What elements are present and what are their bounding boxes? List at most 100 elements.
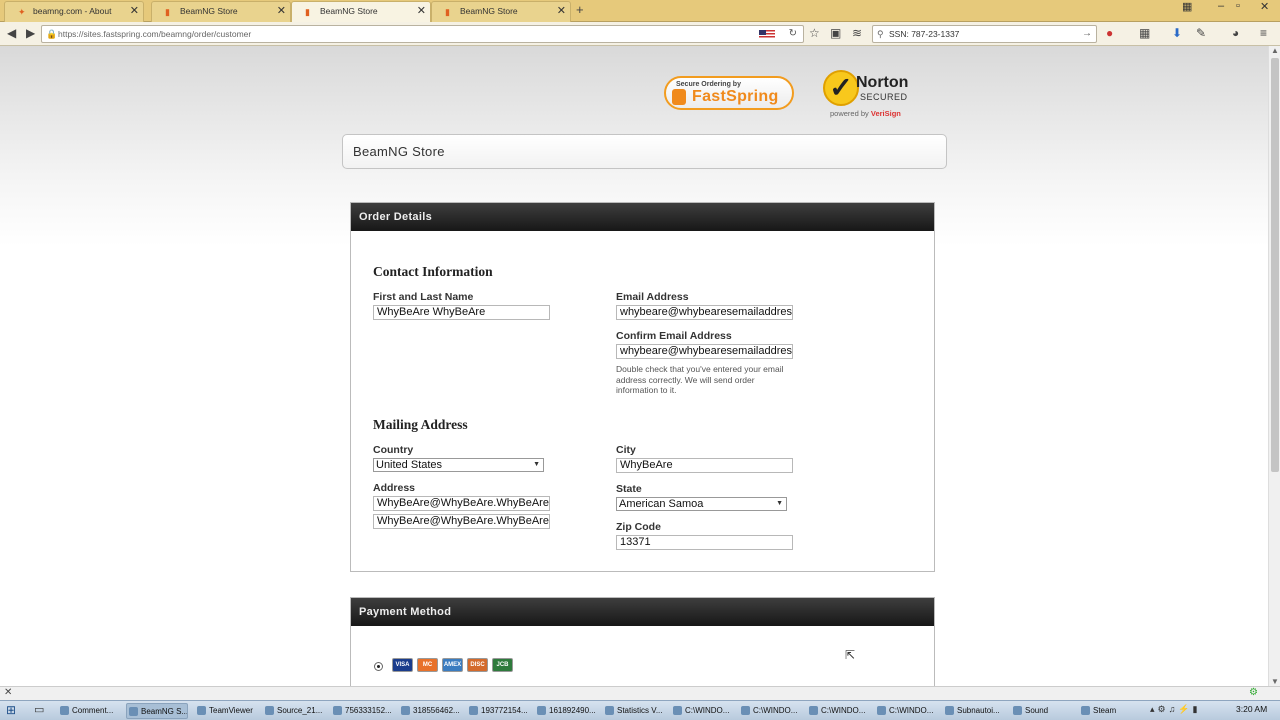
- order-details-panel: Order Details Contact Information First …: [350, 202, 935, 572]
- taskbar-item[interactable]: Source_21...: [263, 703, 327, 719]
- new-tab-icon[interactable]: +: [576, 2, 584, 17]
- download-icon[interactable]: ⬇: [1172, 25, 1182, 42]
- card-payment-radio[interactable]: [374, 662, 383, 671]
- mouse-pointer-icon: ⇱: [845, 648, 856, 662]
- norton-name: Norton: [856, 74, 909, 91]
- navigation-bar: ◀ ▶ 🔒 https://sites.fastspring.com/beamng…: [0, 22, 1280, 46]
- confirm-email-field[interactable]: whybeare@whybearesemailaddress: [616, 344, 793, 359]
- tab-label: beamng.com - About: [33, 6, 112, 16]
- store-title: BeamNG Store: [342, 134, 947, 169]
- norton-secured-text: SECURED: [860, 92, 908, 102]
- tab-label: BeamNG Store: [320, 6, 378, 16]
- vertical-scrollbar[interactable]: ▲ ▼: [1268, 46, 1280, 686]
- discover-card-icon: DISC: [467, 658, 488, 672]
- start-icon[interactable]: ⊞: [6, 703, 16, 717]
- taskbar-item[interactable]: 193772154...: [467, 703, 531, 719]
- tab-beamng-about[interactable]: ✦ beamng.com - About ✕: [4, 1, 144, 22]
- taskbar-item[interactable]: C:\WINDO...: [739, 703, 803, 719]
- system-tray-icons[interactable]: ▴⚙♫⚡▮: [1150, 704, 1201, 715]
- country-select[interactable]: United States ▼: [373, 458, 544, 472]
- fastspring-badge[interactable]: Secure Ordering by FastSpring: [664, 76, 794, 110]
- profile-icon[interactable]: ◕: [1232, 25, 1239, 42]
- payment-method-header: Payment Method: [351, 598, 934, 626]
- taskbar-item[interactable]: Subnautoi...: [943, 703, 1007, 719]
- page-content: Secure Ordering by FastSpring ✓ Norton S…: [0, 46, 1268, 686]
- close-tab-icon[interactable]: ✕: [557, 2, 566, 21]
- tools-icon[interactable]: ✎: [1196, 25, 1206, 42]
- tab-beamng-store-3[interactable]: ▮ BeamNG Store ✕: [431, 1, 571, 22]
- tab-beamng-store-active[interactable]: ▮ BeamNG Store ✕: [291, 1, 431, 23]
- reload-icon[interactable]: ↻: [789, 26, 797, 42]
- scroll-up-icon[interactable]: ▲: [1271, 46, 1279, 55]
- taskbar-item[interactable]: C:\WINDO...: [671, 703, 735, 719]
- mailing-address-heading: Mailing Address: [373, 417, 468, 432]
- badge-brand: FastSpring: [692, 88, 779, 105]
- email-hint: Double check that you've entered your em…: [616, 364, 784, 395]
- search-go-icon[interactable]: →: [1082, 26, 1092, 42]
- verisign-text: VeriSign: [870, 109, 901, 118]
- taskbar-item[interactable]: C:\WINDO...: [807, 703, 871, 719]
- explorer-icon[interactable]: ▭: [34, 703, 44, 716]
- bookmark-star-icon[interactable]: ☆: [809, 25, 820, 42]
- addon-status-icon[interactable]: ⚙: [1249, 687, 1258, 698]
- city-field[interactable]: WhyBeAre: [616, 458, 793, 473]
- close-tab-icon[interactable]: ✕: [277, 2, 286, 21]
- address-line1-field[interactable]: WhyBeAre@WhyBeAre.WhyBeAre: [373, 496, 550, 511]
- tab-beamng-store-1[interactable]: ▮ BeamNG Store ✕: [151, 1, 291, 22]
- taskbar-item[interactable]: Steam: [1079, 703, 1143, 719]
- state-value: American Samoa: [619, 498, 704, 510]
- tab-grid-icon[interactable]: ▦: [1182, 0, 1192, 13]
- taskbar-item-active[interactable]: BeamNG S...: [126, 703, 188, 719]
- norton-secured-badge[interactable]: ✓ Norton SECURED powered by VeriSign: [823, 68, 918, 120]
- email-label: Email Address: [616, 291, 689, 303]
- taskbar-item[interactable]: 756333152...: [331, 703, 395, 719]
- jcb-card-icon: JCB: [492, 658, 513, 672]
- back-icon[interactable]: ◀: [7, 25, 16, 42]
- rss-icon[interactable]: ≋: [852, 25, 862, 42]
- minimize-icon[interactable]: –: [1218, 0, 1224, 12]
- checkmark-icon: ✓: [823, 70, 859, 106]
- address-line2-field[interactable]: WhyBeAre@WhyBeAre.WhyBeAre: [373, 514, 550, 529]
- amex-card-icon: AMEX: [442, 658, 463, 672]
- close-tab-icon[interactable]: ✕: [130, 2, 139, 21]
- taskbar-item[interactable]: Sound: [1011, 703, 1075, 719]
- scrollbar-thumb[interactable]: [1271, 58, 1279, 472]
- forward-icon[interactable]: ▶: [26, 25, 35, 42]
- email-field[interactable]: whybeare@whybearesemailaddress: [616, 305, 793, 320]
- taskbar-item[interactable]: Comment...: [58, 703, 124, 719]
- tab-label: BeamNG Store: [180, 6, 238, 16]
- order-details-header: Order Details: [351, 203, 934, 231]
- chevron-down-icon: ▼: [533, 461, 540, 468]
- name-field[interactable]: WhyBeAre WhyBeAre: [373, 305, 550, 320]
- search-input[interactable]: ⚲ SSN: 787-23-1337 →: [872, 25, 1097, 43]
- zip-field[interactable]: 13371: [616, 535, 793, 550]
- store-favicon-icon: ▮: [445, 7, 450, 17]
- close-tab-icon[interactable]: ✕: [417, 2, 426, 21]
- powered-by-text: powered by: [830, 109, 869, 118]
- zip-label: Zip Code: [616, 521, 661, 533]
- scroll-down-icon[interactable]: ▼: [1271, 677, 1279, 686]
- extension-icon[interactable]: ▦: [1139, 25, 1150, 42]
- city-label: City: [616, 444, 636, 456]
- beamng-favicon-icon: ✦: [18, 7, 26, 17]
- taskbar-item[interactable]: 318556462...: [399, 703, 463, 719]
- country-label: Country: [373, 444, 414, 456]
- state-select[interactable]: American Samoa ▼: [616, 497, 787, 511]
- lock-icon: 🔒: [46, 29, 58, 39]
- search-text: SSN: 787-23-1337: [889, 29, 960, 39]
- maximize-icon[interactable]: ▫: [1236, 0, 1240, 12]
- payment-method-panel: Payment Method VISA MC AMEX DISC JCB: [350, 597, 935, 686]
- taskbar-item[interactable]: C:\WINDO...: [875, 703, 939, 719]
- menu-icon[interactable]: ≡: [1260, 25, 1267, 42]
- clipboard-icon[interactable]: ▣: [830, 25, 841, 42]
- url-bar[interactable]: 🔒 https://sites.fastspring.com/beamng/ord…: [41, 25, 804, 43]
- close-icon[interactable]: ✕: [4, 687, 12, 698]
- taskbar-item[interactable]: TeamViewer: [195, 703, 259, 719]
- taskbar-item[interactable]: Statistics V...: [603, 703, 667, 719]
- close-window-icon[interactable]: ✕: [1260, 0, 1269, 13]
- contact-information-heading: Contact Information: [373, 264, 493, 279]
- tab-label: BeamNG Store: [460, 6, 518, 16]
- confirm-email-label: Confirm Email Address: [616, 330, 732, 342]
- addon-icon[interactable]: ●: [1106, 25, 1113, 42]
- taskbar-item[interactable]: 161892490...: [535, 703, 599, 719]
